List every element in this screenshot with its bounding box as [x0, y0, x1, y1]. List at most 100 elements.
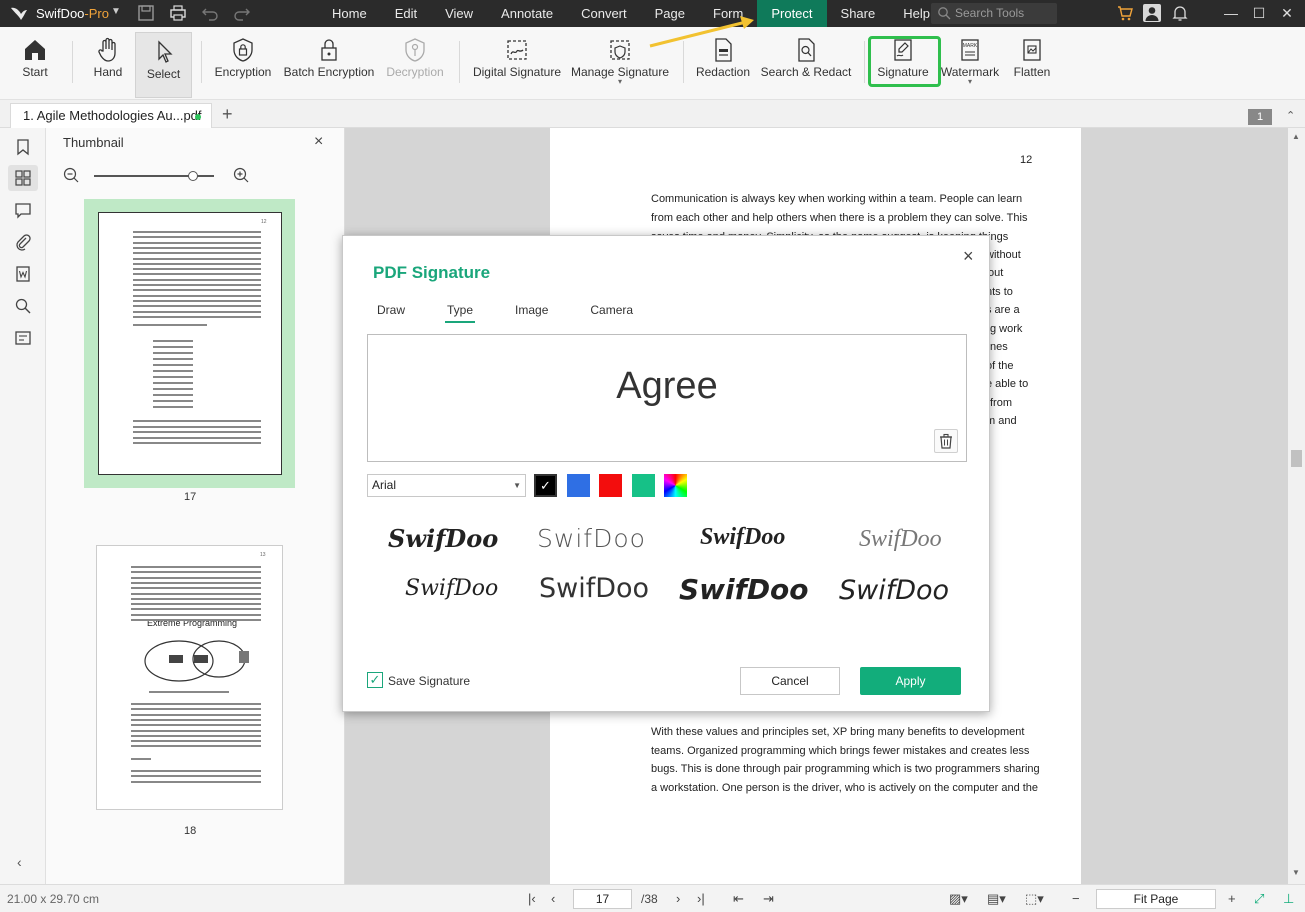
cart-icon[interactable]	[1116, 4, 1134, 22]
thumbnail-text-line	[131, 713, 261, 716]
close-window-button[interactable]: ✕	[1278, 4, 1296, 22]
chevron-up-icon[interactable]: ⌃	[1286, 109, 1295, 122]
previous-page-icon[interactable]: ‹	[551, 891, 555, 906]
zoom-in-button[interactable]: +	[1228, 891, 1236, 906]
app-menu-dropdown-icon[interactable]: ▼	[111, 6, 121, 17]
signature-style-option[interactable]: SwifDoo	[859, 526, 942, 553]
user-avatar-icon[interactable]	[1143, 4, 1161, 22]
next-page-icon[interactable]: ›	[676, 891, 680, 906]
color-swatch-red[interactable]	[599, 474, 622, 497]
batch-encryption-button[interactable]: Batch Encryption	[283, 31, 375, 91]
zoom-fit-select[interactable]: Fit Page	[1096, 889, 1216, 909]
tab-image[interactable]: Image	[503, 300, 560, 323]
encryption-button[interactable]: Encryption	[213, 31, 273, 91]
view-mode-icon[interactable]: ▤▾	[987, 891, 1006, 907]
rotate-view-icon[interactable]: ⬚▾	[1025, 891, 1044, 907]
paragraph-line: With these values and principles set, XP…	[651, 726, 1025, 738]
pin-icon[interactable]: ⊥	[1283, 891, 1294, 907]
color-swatch-blue[interactable]	[567, 474, 590, 497]
search-tools-input[interactable]: Search Tools	[931, 3, 1057, 24]
menu-edit[interactable]: Edit	[381, 0, 431, 27]
zoom-out-button[interactable]: −	[1072, 891, 1080, 906]
signature-style-option[interactable]: SwifDoo	[405, 576, 498, 601]
custom-color-picker-icon[interactable]	[664, 474, 687, 497]
thumbnail-text-line	[153, 340, 193, 342]
attachment-icon[interactable]	[14, 233, 32, 251]
notification-bell-icon[interactable]	[1171, 4, 1189, 22]
vertical-scrollbar[interactable]: ▲ ▼	[1288, 128, 1305, 884]
clear-signature-button[interactable]	[934, 429, 958, 453]
menu-convert[interactable]: Convert	[567, 0, 641, 27]
add-tab-button[interactable]: +	[222, 104, 233, 125]
first-page-icon[interactable]: |‹	[528, 891, 536, 906]
maximize-button[interactable]: ☐	[1250, 4, 1268, 22]
signature-style-option[interactable]: SwifDoo	[700, 524, 785, 551]
select-tool-button[interactable]: Select	[135, 32, 192, 98]
tab-type[interactable]: Type	[435, 300, 485, 323]
go-forward-icon[interactable]: ⇥	[763, 891, 774, 907]
menu-protect[interactable]: Protect	[757, 0, 827, 27]
go-back-icon[interactable]: ⇤	[733, 891, 744, 907]
flatten-button[interactable]: Flatten	[1010, 31, 1054, 91]
digital-signature-button[interactable]: Digital Signature	[471, 31, 563, 91]
page-display-icon[interactable]: ▨▾	[949, 891, 968, 907]
dialog-close-button[interactable]: ×	[963, 246, 974, 267]
page-thumbnail-17[interactable]: 12	[98, 212, 282, 475]
signature-style-option[interactable]: SwifDoo	[839, 575, 949, 606]
document-tab[interactable]: 1. Agile Methodologies Au...pdf	[10, 103, 212, 128]
page-thumbnail-18[interactable]: 13 Extreme Programming	[96, 545, 283, 810]
fit-width-icon[interactable]: ⤢	[1254, 891, 1264, 907]
menu-home[interactable]: Home	[318, 0, 381, 27]
tab-camera[interactable]: Camera	[578, 300, 645, 323]
scrollbar-thumb[interactable]	[1291, 450, 1302, 467]
comment-icon[interactable]	[14, 201, 32, 219]
print-icon[interactable]	[169, 4, 187, 22]
color-swatch-black[interactable]: ✓	[534, 474, 557, 497]
save-signature-checkbox[interactable]: ✓	[367, 672, 383, 688]
scroll-down-icon[interactable]: ▼	[1292, 868, 1300, 877]
scroll-up-icon[interactable]: ▲	[1292, 132, 1300, 141]
font-family-select[interactable]: Arial ▼	[367, 474, 526, 497]
apply-button[interactable]: Apply	[860, 667, 961, 695]
menu-share[interactable]: Share	[827, 0, 890, 27]
tab-draw[interactable]: Draw	[365, 300, 417, 323]
thumbnail-text-line	[131, 724, 261, 727]
hand-tool-button[interactable]: Hand	[86, 31, 130, 91]
search-redact-button[interactable]: Search & Redact	[760, 31, 852, 91]
form-fields-icon[interactable]	[14, 329, 32, 347]
paragraph-line: Communication is always key when working…	[651, 193, 1023, 205]
watermark-button[interactable]: MARK Watermark ▾	[939, 31, 1001, 91]
zoom-slider-handle[interactable]	[188, 171, 198, 181]
last-page-icon[interactable]: ›|	[697, 891, 705, 906]
menu-view[interactable]: View	[431, 0, 487, 27]
menu-annotate[interactable]: Annotate	[487, 0, 567, 27]
undo-icon[interactable]	[201, 4, 219, 22]
chevron-down-icon: ▾	[617, 77, 622, 86]
decryption-button[interactable]: Decryption	[384, 31, 446, 91]
redo-icon[interactable]	[233, 4, 251, 22]
search-icon[interactable]	[14, 297, 32, 315]
color-swatch-green[interactable]	[632, 474, 655, 497]
signature-style-option[interactable]: SwifDoo	[539, 573, 649, 604]
signature-style-option[interactable]: SwifDoo	[537, 524, 646, 553]
search-icon	[938, 7, 951, 20]
start-button[interactable]: Start	[15, 31, 55, 91]
save-icon[interactable]	[137, 4, 155, 22]
cancel-button[interactable]: Cancel	[740, 667, 840, 695]
signature-style-option[interactable]: SwifDoo	[388, 524, 498, 553]
thumbnail-text-line	[131, 613, 261, 616]
search-placeholder: Search Tools	[955, 6, 1025, 20]
zoom-in-icon[interactable]	[233, 167, 249, 183]
signature-text-input[interactable]: Agree	[367, 334, 967, 462]
thumbnail-icon[interactable]	[8, 165, 38, 191]
close-panel-button[interactable]: ×	[314, 133, 323, 151]
toolbar-divider	[459, 41, 460, 83]
flatten-label: Flatten	[1013, 65, 1051, 79]
zoom-out-icon[interactable]	[63, 167, 79, 183]
word-document-icon[interactable]	[14, 265, 32, 283]
bookmark-icon[interactable]	[14, 138, 32, 156]
collapse-panel-icon[interactable]: ‹	[17, 854, 22, 870]
minimize-button[interactable]: —	[1222, 4, 1240, 22]
current-page-input[interactable]: 17	[573, 889, 632, 909]
signature-style-option[interactable]: SwifDoo	[679, 573, 809, 606]
